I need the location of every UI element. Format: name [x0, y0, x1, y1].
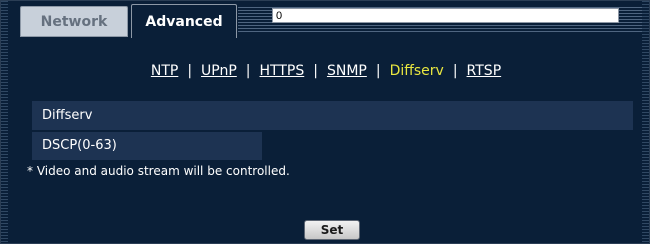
nav-link-https[interactable]: HTTPS: [260, 63, 305, 79]
nav-separator: |: [245, 63, 251, 79]
nav-link-diffserv[interactable]: Diffserv: [390, 63, 444, 79]
section-header: Diffserv: [32, 101, 633, 130]
dscp-input[interactable]: [272, 8, 619, 23]
tab-advanced[interactable]: Advanced: [131, 4, 237, 38]
dscp-input-cell: [262, 132, 633, 160]
tab-network[interactable]: Network: [20, 6, 128, 37]
nav-separator: |: [452, 63, 458, 79]
dscp-row: DSCP(0-63): [32, 132, 633, 160]
nav-separator: |: [187, 63, 193, 79]
stream-note: * Video and audio stream will be control…: [27, 164, 290, 178]
left-edge-decoration: [1, 1, 8, 243]
nav-link-upnp[interactable]: UPnP: [201, 63, 237, 79]
set-button[interactable]: Set: [304, 220, 360, 240]
nav-separator: |: [313, 63, 318, 79]
section-title: Diffserv: [42, 108, 93, 123]
nav-separator: |: [375, 63, 381, 79]
settings-window: Network Advanced NTP | UPnP | HTTPS | SNMP | Dif…: [0, 0, 650, 244]
nav-link-rtsp[interactable]: RTSP: [467, 63, 502, 79]
nav-link-snmp[interactable]: SNMP: [327, 63, 367, 79]
nav-link-ntp[interactable]: NTP: [151, 63, 178, 79]
dscp-label: DSCP(0-63): [42, 138, 117, 153]
right-edge-decoration: [642, 1, 649, 243]
advanced-nav: NTP | UPnP | HTTPS | SNMP | Diffserv | RTSP: [1, 63, 650, 85]
